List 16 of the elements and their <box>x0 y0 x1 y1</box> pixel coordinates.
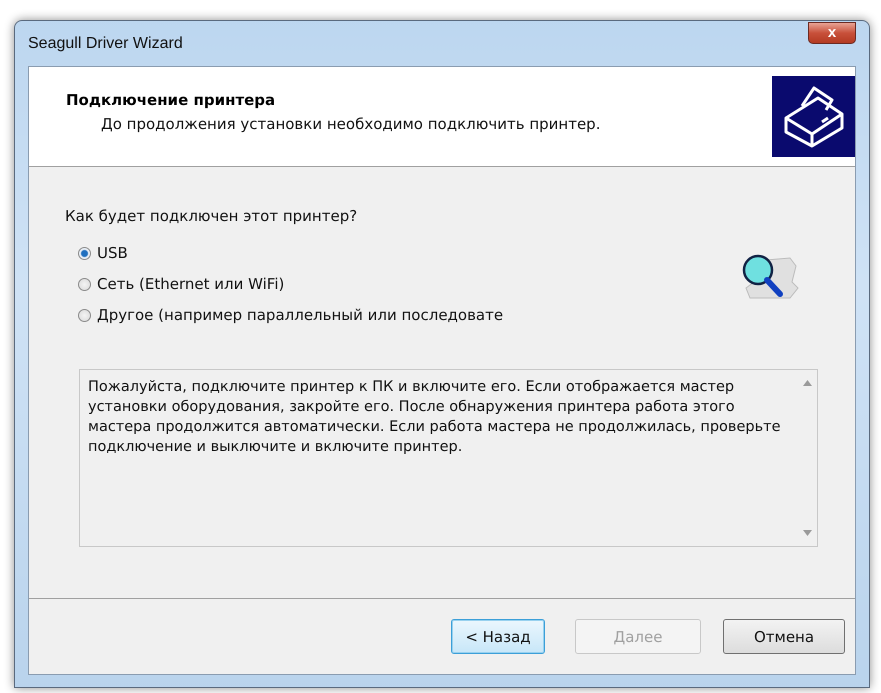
window-title: Seagull Driver Wizard <box>28 34 183 52</box>
scroll-up-icon[interactable] <box>802 380 812 386</box>
scroll-down-icon[interactable] <box>802 530 812 536</box>
radio-label[interactable]: USB <box>97 244 128 262</box>
close-button[interactable]: x <box>808 22 856 44</box>
radio-button[interactable] <box>78 278 91 290</box>
page-subtitle: До продолжения установки необходимо подключить принтер. <box>100 114 600 132</box>
radio-button[interactable] <box>78 308 91 322</box>
radio-button[interactable] <box>78 246 91 260</box>
page-title: Подключение принтера <box>66 90 276 108</box>
radio-label[interactable]: Другое (например параллельный или последовате <box>97 306 504 324</box>
wizard-button[interactable]: < Назад <box>451 619 545 654</box>
info-text: Пожалуйста, подключите принтер к ПК и включите его. Если отображается мастер установки оборудования, закройте его. После обнаружения принтера работа этого мастера продолжится автоматически. Если работа мастера не продолжилась, проверьте подключение и выключите и включите принтер. <box>87 378 782 457</box>
question-label: Как будет подключен этот принтер? <box>65 207 358 225</box>
wizard-button[interactable]: Отмена <box>723 619 845 654</box>
radio-label[interactable]: Сеть (Ethernet или WiFi) <box>97 275 284 293</box>
